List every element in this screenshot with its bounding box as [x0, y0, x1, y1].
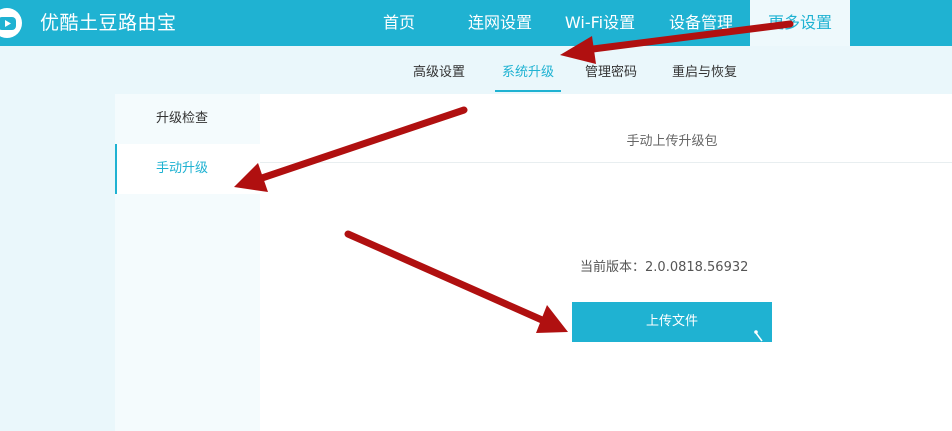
top-nav-bar: 优酷土豆路由宝 首页 连网设置 Wi-Fi设置 设备管理 更多设置: [0, 0, 952, 46]
router-admin-page: 优酷土豆路由宝 首页 连网设置 Wi-Fi设置 设备管理 更多设置 高级设置 系…: [0, 0, 952, 431]
nav-device-management[interactable]: 设备管理: [656, 0, 746, 46]
upload-file-button[interactable]: 上传文件: [572, 302, 772, 342]
subtab-advanced-settings[interactable]: 高级设置: [413, 60, 465, 92]
sidebar-item-upgrade-check[interactable]: 升级检查: [115, 94, 260, 144]
nav-network-settings[interactable]: 连网设置: [455, 0, 545, 46]
nav-more-settings[interactable]: 更多设置: [750, 0, 850, 46]
upgrade-sidebar: 升级检查 手动升级: [115, 94, 260, 431]
divider: [260, 162, 952, 163]
manual-upgrade-panel: 手动上传升级包 当前版本：2.0.0818.56932 上传文件: [260, 94, 952, 431]
version-value: 2.0.0818.56932: [645, 260, 749, 275]
sidebar-item-manual-upgrade[interactable]: 手动升级: [115, 144, 260, 194]
subtab-admin-password[interactable]: 管理密码: [585, 60, 637, 92]
subtab-system-upgrade[interactable]: 系统升级: [495, 60, 561, 92]
brand-logo-icon: [0, 8, 22, 38]
nav-wifi-settings[interactable]: Wi-Fi设置: [556, 0, 644, 46]
brand-name: 优酷土豆路由宝: [40, 12, 177, 34]
version-label: 当前版本：: [580, 260, 646, 275]
panel-title: 手动上传升级包: [626, 134, 718, 149]
current-version: 当前版本：2.0.0818.56932: [580, 256, 748, 275]
nav-home[interactable]: 首页: [364, 0, 434, 46]
subtab-reboot-restore[interactable]: 重启与恢复: [672, 60, 737, 92]
